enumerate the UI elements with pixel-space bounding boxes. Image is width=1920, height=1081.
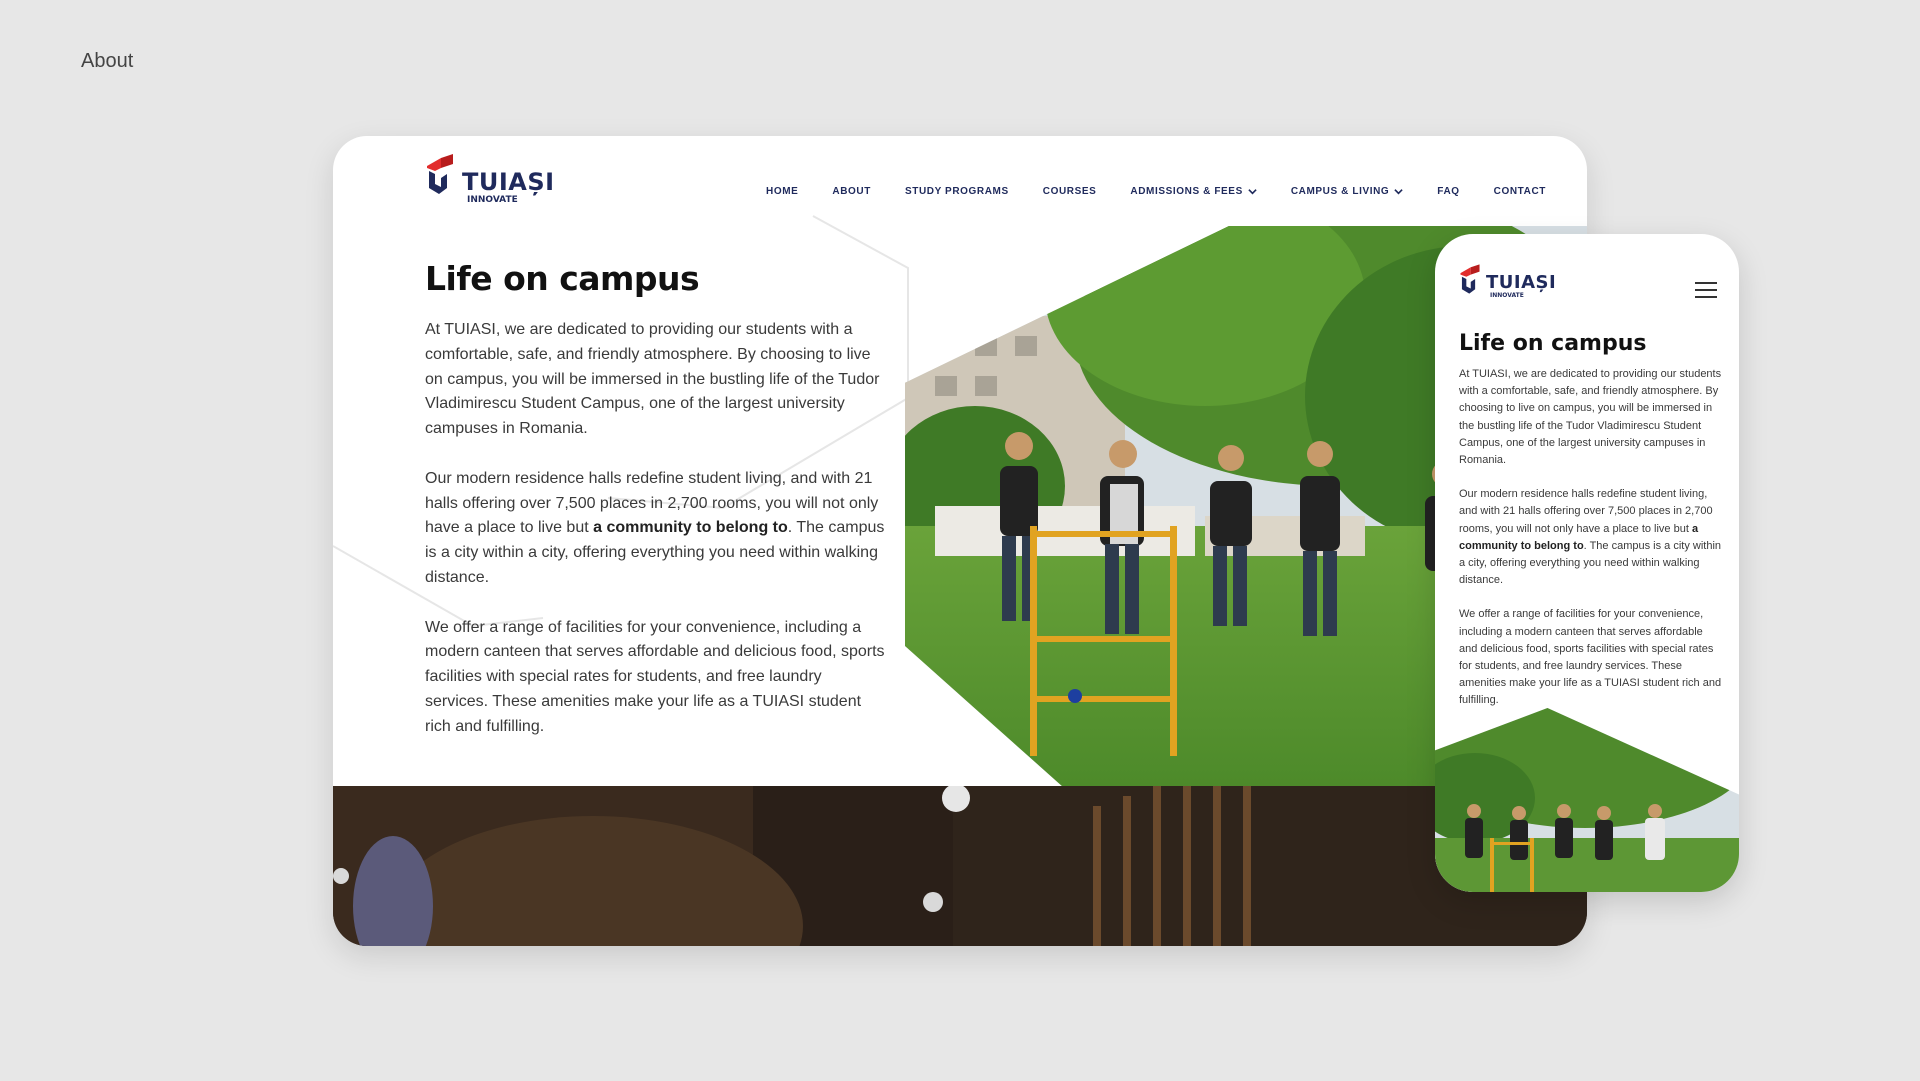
- nav-admissions-fees-label: ADMISSIONS & FEES: [1130, 186, 1243, 197]
- paragraph-1-mobile: At TUIASI, we are dedicated to providing…: [1459, 368, 1722, 467]
- mobile-mockup: TUIAȘI INNOVATE Life on campus At TUIASI…: [1435, 234, 1739, 892]
- nav-home[interactable]: HOME: [766, 186, 798, 197]
- nav-contact-label: CONTACT: [1493, 186, 1546, 197]
- brand-name-mobile: TUIAȘI: [1486, 272, 1557, 293]
- nav-home-label: HOME: [766, 186, 799, 197]
- hamburger-icon[interactable]: [1695, 282, 1717, 300]
- paragraph-1: At TUIASI, we are dedicated to providing…: [425, 321, 880, 438]
- tuiasi-logo-icon: [1460, 264, 1480, 294]
- nav-courses-label: COURSES: [1042, 186, 1097, 197]
- chevron-down-icon: [1248, 189, 1257, 195]
- paragraph-3-mobile: We offer a range of facilities for your …: [1459, 608, 1722, 707]
- nav-about-label: ABOUT: [832, 186, 871, 197]
- hero-photo-mobile: [1435, 708, 1739, 892]
- nav-admissions-fees[interactable]: ADMISSIONS & FEES: [1130, 186, 1257, 197]
- library-banner: [333, 786, 1587, 946]
- brand-tagline: INNOVATE: [467, 195, 518, 205]
- tuiasi-logo-icon: [427, 154, 453, 194]
- page-title-mobile: Life on campus: [1459, 331, 1647, 356]
- nav-faq-label: FAQ: [1437, 186, 1460, 197]
- paragraph-3: We offer a range of facilities for your …: [425, 618, 885, 735]
- nav-faq[interactable]: FAQ: [1437, 186, 1459, 197]
- brand-tagline-mobile: INNOVATE: [1490, 292, 1524, 299]
- desktop-mockup: TUIAȘI INNOVATE HOME ABOUT STUDY PROGRAM…: [333, 136, 1587, 946]
- brand-name: TUIAȘI: [462, 168, 555, 196]
- page-label: About: [81, 50, 134, 72]
- body-text-mobile: At TUIASI, we are dedicated to providing…: [1459, 366, 1723, 727]
- nav-about[interactable]: ABOUT: [832, 186, 871, 197]
- page-title: Life on campus: [425, 259, 700, 298]
- nav-study-programs[interactable]: STUDY PROGRAMS: [905, 186, 1009, 197]
- site-logo[interactable]: TUIAȘI INNOVATE: [425, 154, 555, 205]
- nav-courses[interactable]: COURSES: [1043, 186, 1097, 197]
- paragraph-2: Our modern residence halls redefine stud…: [425, 469, 885, 586]
- nav-campus-living-label: CAMPUS & LIVING: [1290, 186, 1390, 197]
- paragraph-2-mobile: Our modern residence halls redefine stud…: [1459, 488, 1722, 587]
- main-nav: HOME ABOUT STUDY PROGRAMS COURSES ADMISS…: [766, 186, 1546, 197]
- site-logo-mobile[interactable]: TUIAȘI INNOVATE: [1459, 264, 1556, 299]
- nav-campus-living[interactable]: CAMPUS & LIVING: [1291, 186, 1403, 197]
- nav-study-programs-label: STUDY PROGRAMS: [904, 186, 1009, 197]
- body-text: At TUIASI, we are dedicated to providing…: [425, 318, 885, 764]
- chevron-down-icon: [1394, 189, 1403, 195]
- nav-contact[interactable]: CONTACT: [1494, 186, 1546, 197]
- bold-phrase: a community to belong to: [593, 519, 788, 537]
